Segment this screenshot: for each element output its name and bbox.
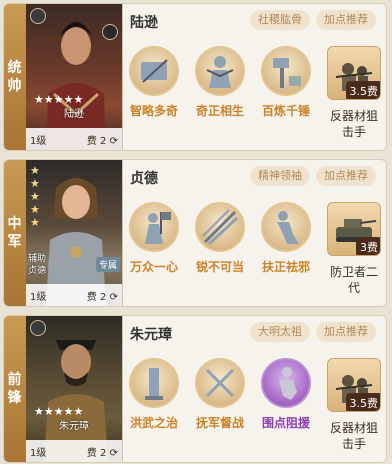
hammer-icon <box>261 46 311 96</box>
star-rating: ★★★★★ <box>30 164 40 229</box>
hero-cost: 费 2 ⟳ <box>87 444 118 459</box>
skill-label: 智略多奇 <box>129 104 178 118</box>
position-char: 帅 <box>7 78 23 94</box>
hero-cost: 费 2 ⟳ <box>87 288 118 303</box>
position-char: 前 <box>7 372 23 388</box>
cost-value: 费 2 <box>86 135 107 147</box>
cycle-icon: ⟳ <box>109 291 118 303</box>
skill-2[interactable]: 奇正相生 <box>192 46 248 119</box>
crossed-swords-icon <box>195 358 245 408</box>
hero-level: 1级 <box>30 135 47 147</box>
hero-portrait[interactable]: ★★★★★ 陆逊 1级 费 2 ⟳ <box>26 4 123 150</box>
hero-level: 1级 <box>30 447 47 459</box>
spear-icon <box>195 202 245 252</box>
skill-2[interactable]: 锐不可当 <box>192 202 248 275</box>
faction-icon <box>30 8 46 24</box>
skill-label: 抚军督战 <box>195 416 244 430</box>
position-char: 统 <box>7 60 23 76</box>
position-char: 军 <box>7 234 23 250</box>
portrait-bar: 1级 费 2 ⟳ <box>26 284 122 306</box>
token-icon <box>102 24 118 40</box>
recommend-tag[interactable]: 加点推荐 <box>316 166 376 186</box>
hero-name: 陆逊 <box>130 15 158 31</box>
portrait-name: 朱元璋 <box>59 421 89 432</box>
skill-label: 洪武之治 <box>129 416 178 430</box>
pillar-icon <box>129 358 179 408</box>
sniper-icon: 3.5费 <box>327 358 381 412</box>
exclusive-badge: 专属 <box>95 257 120 272</box>
banner-icon <box>129 202 179 252</box>
sniper-icon: 3.5费 <box>327 46 381 100</box>
hero-card-3[interactable]: 前 锋 ★★★★★ 朱元璋 1级 费 2 ⟳ 朱元璋 大明太祖 加点推荐 洪武之… <box>3 315 387 463</box>
skill-1[interactable]: 洪武之治 <box>126 358 182 431</box>
cycle-icon: ⟳ <box>109 135 118 147</box>
position-tab: 统 帅 <box>4 4 26 150</box>
troop-unit[interactable]: 3费 防卫者二代 <box>326 202 382 296</box>
runner-icon <box>261 358 311 408</box>
skill-label: 奇正相生 <box>195 104 244 118</box>
skill-2[interactable]: 抚军督战 <box>192 358 248 431</box>
skill-label: 锐不可当 <box>195 260 244 274</box>
recommend-tag[interactable]: 加点推荐 <box>316 322 376 342</box>
hero-cost: 费 2 ⟳ <box>87 132 118 147</box>
portrait-bar: 1级 费 2 ⟳ <box>26 128 122 150</box>
skill-label: 百炼千锤 <box>261 104 310 118</box>
position-char: 中 <box>7 216 23 232</box>
cost-value: 费 2 <box>86 291 107 303</box>
troop-unit[interactable]: 3.5费 反器材狙击手 <box>326 46 382 140</box>
portrait-bar: 1级 费 2 ⟳ <box>26 440 122 462</box>
skill-3[interactable]: 围点阻援 <box>258 358 314 431</box>
tank-icon: 3费 <box>327 202 381 256</box>
skill-3[interactable]: 扶正祛邪 <box>258 202 314 275</box>
trait-tag[interactable]: 大明太祖 <box>250 322 310 342</box>
skill-3[interactable]: 百炼千锤 <box>258 46 314 119</box>
troop-fee: 3费 <box>356 237 380 255</box>
trait-tag[interactable]: 社稷肱骨 <box>250 10 310 30</box>
troop-fee: 3.5费 <box>345 393 380 411</box>
position-char: 锋 <box>7 390 23 406</box>
hero-card-2[interactable]: 中 军 ★ ★ ★ ★ ★ 辅助 贞德 专属 1级 费 2 ⟳ 贞德 精神领袖 加点推荐… <box>3 159 387 307</box>
troop-label: 反器材狙击手 <box>329 421 378 451</box>
skill-1[interactable]: 智略多奇 <box>126 46 182 119</box>
skill-label: 围点阻援 <box>261 416 310 430</box>
cycle-icon: ⟳ <box>109 447 118 459</box>
hero-portrait[interactable]: ★ ★ ★ ★ ★ 辅助 贞德 专属 1级 费 2 ⟳ <box>26 160 123 306</box>
trait-tag[interactable]: 精神领袖 <box>250 166 310 186</box>
hero-name: 朱元璋 <box>130 327 172 343</box>
portrait-name: 陆逊 <box>64 109 84 120</box>
hero-card-1[interactable]: 统 帅 ★★★★★ 陆逊 1级 费 2 ⟳ 陆逊 社稷肱骨 加点推荐 智略多奇 … <box>3 3 387 151</box>
position-tab: 中 军 <box>4 160 26 306</box>
figure-icon <box>195 46 245 96</box>
portrait-name: 贞德 <box>28 266 47 276</box>
cost-value: 费 2 <box>86 447 107 459</box>
position-tab: 前 锋 <box>4 316 26 462</box>
hero-portrait[interactable]: ★★★★★ 朱元璋 1级 费 2 ⟳ <box>26 316 123 462</box>
skill-label: 扶正祛邪 <box>261 260 310 274</box>
troop-label: 防卫者二代 <box>329 265 378 295</box>
hero-name: 贞德 <box>130 171 158 187</box>
troop-label: 反器材狙击手 <box>329 109 378 139</box>
skill-label: 万众一心 <box>129 260 178 274</box>
faction-icon <box>30 320 46 336</box>
recommend-tag[interactable]: 加点推荐 <box>316 10 376 30</box>
scroll-icon <box>129 46 179 96</box>
troop-unit[interactable]: 3.5费 反器材狙击手 <box>326 358 382 452</box>
skill-1[interactable]: 万众一心 <box>126 202 182 275</box>
hero-level: 1级 <box>30 291 47 303</box>
troop-fee: 3.5费 <box>345 81 380 99</box>
kneel-icon <box>261 202 311 252</box>
